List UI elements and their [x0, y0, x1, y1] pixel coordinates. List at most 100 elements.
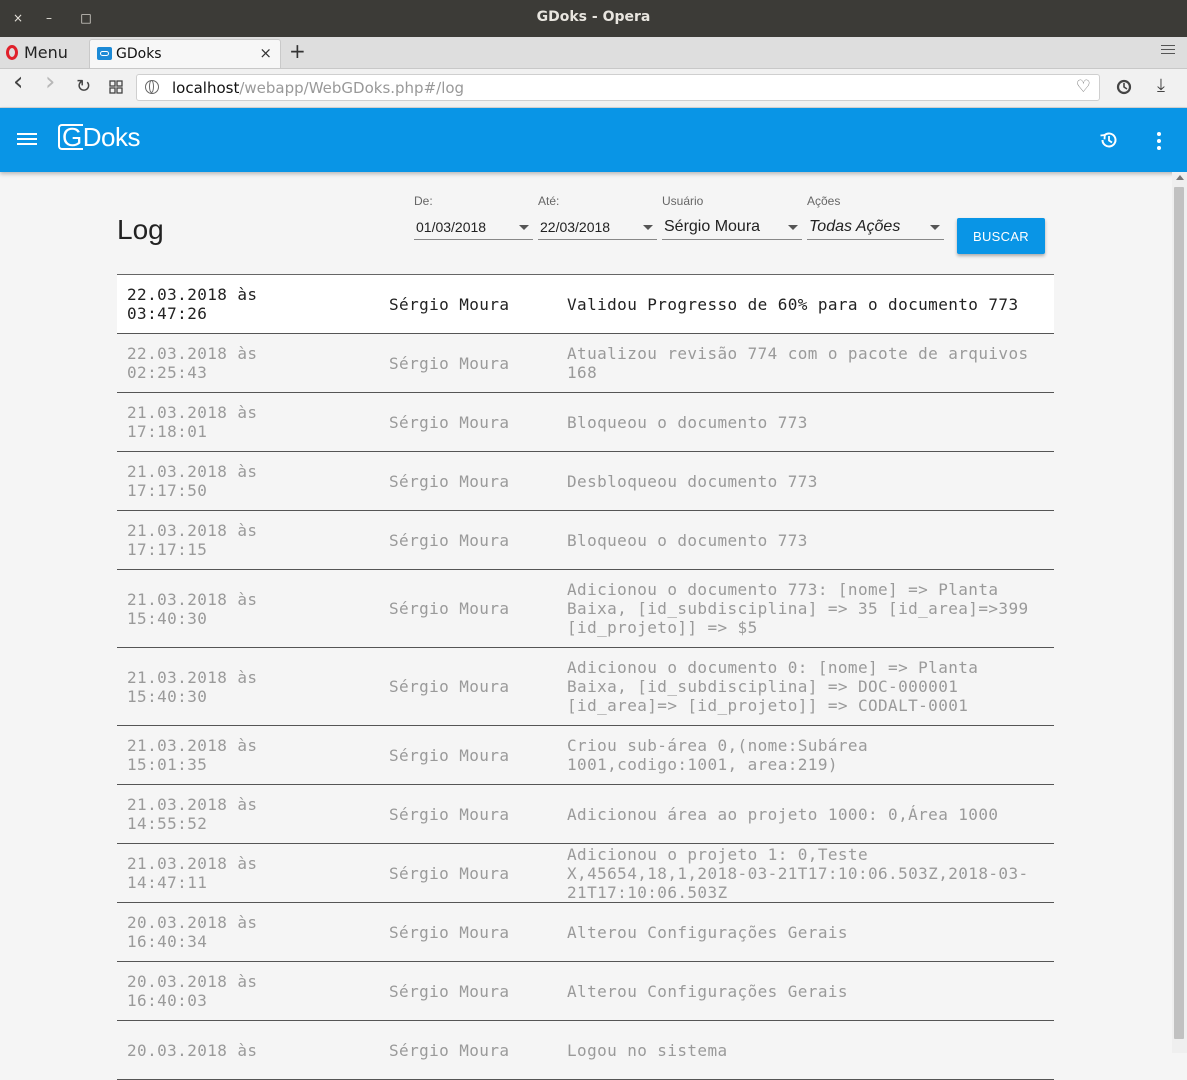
- log-action: Bloqueou o documento 773: [567, 412, 808, 432]
- log-row[interactable]: 20.03.2018 às Sérgio Moura Logou no sistem…: [117, 1021, 1054, 1080]
- chevron-down-icon: [519, 225, 529, 230]
- log-row[interactable]: 21.03.2018 às 17:18:01 Sérgio Moura Bloque…: [117, 393, 1054, 452]
- log-user: Sérgio Moura: [389, 863, 510, 883]
- log-action: Adicionou o documento 0: [nome] => Plant…: [567, 658, 979, 715]
- log-action: Alterou Configurações Gerais: [567, 981, 848, 1001]
- log-action: Criou sub-área 0,(nome:Subárea 1001,codi…: [567, 736, 868, 774]
- page-scrollbar[interactable]: [1172, 172, 1187, 1053]
- speed-dial-icon[interactable]: [109, 79, 123, 99]
- scrollbar-thumb[interactable]: [1174, 187, 1184, 1039]
- log-action: Atualizou revisão 774 com o pacote de ar…: [567, 344, 1029, 382]
- log-date: 21.03.2018 às 17:17:50: [127, 462, 258, 500]
- log-row[interactable]: 21.03.2018 às 14:47:11 Sérgio Moura Adicio…: [117, 844, 1054, 903]
- acoes-select[interactable]: Todas Ações: [807, 215, 944, 240]
- log-user: Sérgio Moura: [389, 804, 510, 824]
- search-button[interactable]: BUSCAR: [957, 218, 1045, 254]
- log-action: Alterou Configurações Gerais: [567, 922, 848, 942]
- log-action: Validou Progresso de 60% para o document…: [567, 294, 1019, 314]
- tab-menu-icon[interactable]: [1161, 45, 1175, 57]
- new-tab-button[interactable]: +: [289, 39, 306, 63]
- opera-logo-icon: [6, 44, 18, 60]
- log-user: Sérgio Moura: [389, 530, 510, 550]
- log-user: Sérgio Moura: [389, 412, 510, 432]
- browser-tabstrip: Menu GDoks × +: [0, 37, 1187, 69]
- page-title: Log: [117, 214, 164, 245]
- log-date: 21.03.2018 às 14:55:52: [127, 795, 258, 833]
- browser-tab-gdoks[interactable]: GDoks ×: [89, 39, 281, 68]
- tab-title: GDoks: [116, 46, 162, 62]
- log-row[interactable]: 20.03.2018 às 16:40:03 Sérgio Moura Altero…: [117, 962, 1054, 1021]
- log-user: Sérgio Moura: [389, 1040, 510, 1060]
- chevron-down-icon: [788, 225, 798, 230]
- log-date: 20.03.2018 às 16:40:34: [127, 913, 258, 951]
- window-titlebar: × – □ GDoks - Opera: [0, 0, 1187, 37]
- bookmark-heart-icon[interactable]: ♡: [1076, 77, 1091, 97]
- url-host: localhost: [172, 79, 240, 97]
- tab-close-icon[interactable]: ×: [259, 44, 272, 62]
- log-row[interactable]: 21.03.2018 às 14:55:52 Sérgio Moura Adicio…: [117, 785, 1054, 844]
- download-icon[interactable]: ⤓: [1157, 76, 1165, 96]
- ate-value: 22/03/2018: [540, 219, 611, 235]
- log-user: Sérgio Moura: [389, 922, 510, 942]
- menu-list-icon[interactable]: [17, 133, 37, 148]
- log-action: Adicionou o documento 773: [nome] => Pla…: [567, 580, 1029, 637]
- log-user: Sérgio Moura: [389, 981, 510, 1001]
- de-date-select[interactable]: 01/03/2018: [414, 215, 533, 240]
- gdoks-logo: GDoks: [58, 122, 140, 153]
- log-date: 20.03.2018 às: [127, 1040, 258, 1060]
- log-action: Logou no sistema: [567, 1040, 728, 1060]
- log-row[interactable]: 22.03.2018 às 02:25:43 Sérgio Moura Atuali…: [117, 334, 1054, 393]
- usuario-select[interactable]: Sérgio Moura: [662, 215, 802, 240]
- log-user: Sérgio Moura: [389, 294, 510, 314]
- scroll-up-icon[interactable]: [1176, 175, 1184, 180]
- log-action: Adicionou o projeto 1: 0,Teste X,45654,1…: [567, 844, 1029, 902]
- log-row[interactable]: 22.03.2018 às 03:47:26 Sérgio Moura Valido…: [117, 275, 1054, 334]
- more-vert-icon[interactable]: [1157, 132, 1163, 153]
- log-row[interactable]: 21.03.2018 às 17:17:15 Sérgio Moura Bloque…: [117, 511, 1054, 570]
- back-button[interactable]: ‹: [13, 69, 23, 95]
- browser-address-bar: ‹ › ↻ localhost/webapp/WebGDoks.php#/log…: [0, 69, 1187, 108]
- sync-icon[interactable]: [1115, 78, 1133, 101]
- log-date: 21.03.2018 às 17:18:01: [127, 403, 258, 441]
- log-user: Sérgio Moura: [389, 599, 510, 618]
- log-action: Bloqueou o documento 773: [567, 530, 808, 550]
- log-date: 21.03.2018 às 15:40:30: [127, 589, 258, 628]
- log-row[interactable]: 21.03.2018 às 17:17:50 Sérgio Moura Desblo…: [117, 452, 1054, 511]
- de-value: 01/03/2018: [416, 219, 487, 235]
- usuario-label: Usuário: [662, 194, 704, 208]
- log-row[interactable]: 21.03.2018 às 15:40:30 Sérgio Moura Adicio…: [117, 570, 1054, 648]
- ate-date-select[interactable]: 22/03/2018: [538, 215, 657, 240]
- history-icon[interactable]: [1099, 130, 1119, 150]
- log-action: Adicionou área ao projeto 1000: 0,Área 1…: [567, 804, 999, 824]
- de-label: De:: [414, 194, 433, 208]
- logo-g: G: [58, 124, 83, 150]
- log-date: 22.03.2018 às 02:25:43: [127, 344, 258, 382]
- opera-menu-button[interactable]: Menu: [6, 41, 68, 63]
- log-row[interactable]: 21.03.2018 às 15:01:35 Sérgio Moura Criou …: [117, 726, 1054, 785]
- logo-text: Doks: [82, 122, 141, 152]
- forward-button[interactable]: ›: [45, 69, 55, 95]
- acoes-label: Ações: [807, 194, 841, 208]
- log-date: 22.03.2018 às 03:47:26: [127, 285, 258, 323]
- chevron-down-icon: [643, 225, 653, 230]
- log-user: Sérgio Moura: [389, 353, 510, 373]
- log-user: Sérgio Moura: [389, 677, 510, 696]
- app-toolbar: [0, 108, 1187, 172]
- url-field[interactable]: localhost/webapp/WebGDoks.php#/log ♡: [136, 74, 1100, 101]
- log-action: Desbloqueou documento 773: [567, 471, 818, 491]
- gdoks-favicon-icon: [97, 47, 112, 60]
- log-row[interactable]: 20.03.2018 às 16:40:34 Sérgio Moura Altero…: [117, 903, 1054, 962]
- log-date: 21.03.2018 às 14:47:11: [127, 854, 258, 892]
- usuario-value: Sérgio Moura: [664, 218, 761, 235]
- window-title: GDoks - Opera: [536, 9, 651, 25]
- log-user: Sérgio Moura: [389, 471, 510, 491]
- url-text: localhost/webapp/WebGDoks.php#/log: [172, 79, 464, 97]
- url-path: /webapp/WebGDoks.php#/log: [239, 79, 465, 97]
- log-user: Sérgio Moura: [389, 745, 510, 765]
- chevron-down-icon: [930, 225, 940, 230]
- log-date: 21.03.2018 às 15:40:30: [127, 667, 258, 706]
- log-date: 20.03.2018 às 16:40:03: [127, 972, 258, 1010]
- reload-button[interactable]: ↻: [76, 77, 91, 97]
- log-row[interactable]: 21.03.2018 às 15:40:30 Sérgio Moura Adicio…: [117, 648, 1054, 726]
- ate-label: Até:: [538, 194, 560, 208]
